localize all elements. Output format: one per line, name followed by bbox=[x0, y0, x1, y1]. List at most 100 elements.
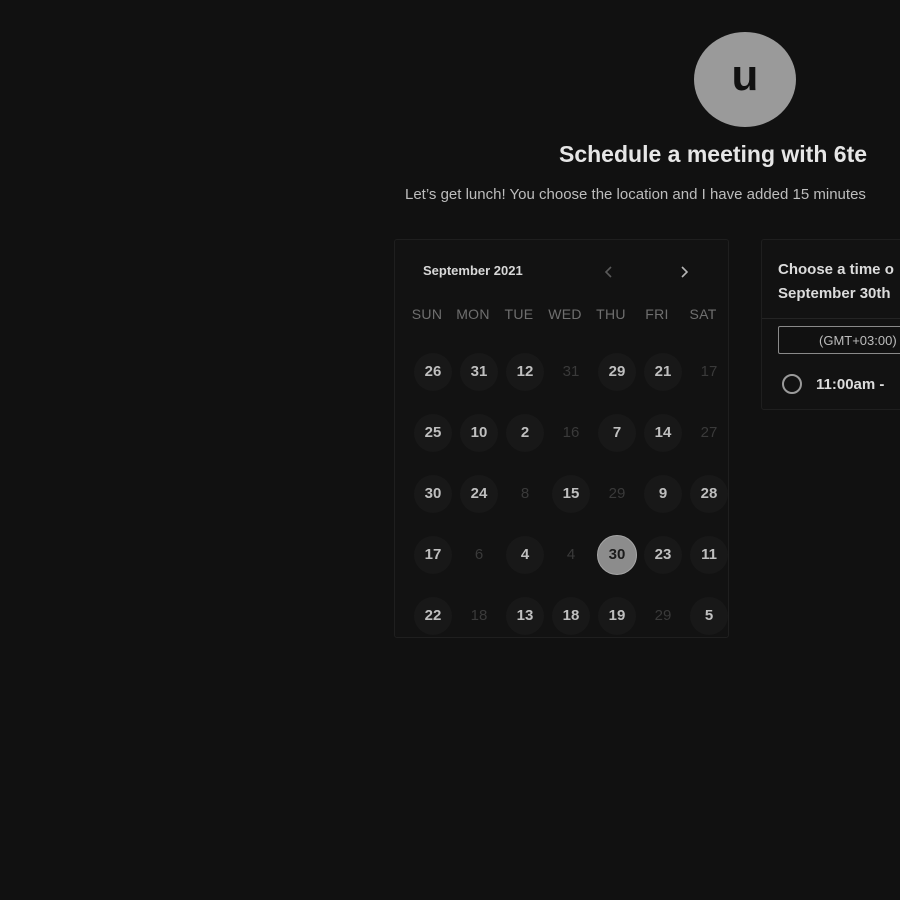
calendar-day[interactable]: 28 bbox=[690, 474, 728, 513]
weekday-label: THU bbox=[596, 306, 626, 322]
calendar-day[interactable]: 25 bbox=[414, 413, 452, 452]
timezone-value: (GMT+03:00) bbox=[819, 332, 897, 348]
calendar-day-cell: 10 bbox=[456, 402, 502, 463]
calendar-day-cell: 30 bbox=[594, 524, 640, 585]
calendar-day[interactable]: 22 bbox=[414, 596, 452, 635]
calendar-day[interactable]: 10 bbox=[460, 413, 498, 452]
calendar-day[interactable]: 5 bbox=[690, 596, 728, 635]
host-avatar: u bbox=[694, 32, 796, 127]
weekday-label: MON bbox=[456, 306, 490, 322]
calendar-day-cell: 25 bbox=[410, 402, 456, 463]
calendar-day[interactable]: 2 bbox=[506, 413, 544, 452]
calendar-day-cell: 23 bbox=[640, 524, 686, 585]
calendar-panel: September 2021 SUN MON TUE WED THU FRI S… bbox=[394, 239, 729, 638]
calendar-day[interactable]: 15 bbox=[552, 474, 590, 513]
calendar-day: 31 bbox=[562, 363, 580, 380]
calendar-day[interactable]: 26 bbox=[414, 352, 452, 391]
calendar-day-selected[interactable]: 30 bbox=[597, 534, 637, 575]
chevron-right-icon bbox=[681, 266, 689, 278]
calendar-day-cell: 9 bbox=[640, 463, 686, 524]
radio-button[interactable] bbox=[782, 374, 802, 394]
weekday-label: FRI bbox=[645, 306, 669, 322]
divider bbox=[762, 318, 900, 319]
weekday-label: SUN bbox=[411, 306, 443, 322]
calendar-day[interactable]: 11 bbox=[690, 535, 728, 574]
calendar-day-cell: 22 bbox=[410, 585, 456, 646]
calendar-day-cell: 16 bbox=[548, 402, 594, 463]
calendar-day: 16 bbox=[562, 424, 580, 441]
calendar-day-cell: 31 bbox=[548, 341, 594, 402]
calendar-day: 27 bbox=[700, 424, 718, 441]
meeting-description: Let’s get lunch! You choose the location… bbox=[405, 186, 866, 203]
time-heading-line1: Choose a time o bbox=[778, 261, 894, 278]
chevron-left-icon bbox=[604, 266, 612, 278]
calendar-day[interactable]: 13 bbox=[506, 596, 544, 635]
calendar-day-cell: 26 bbox=[410, 341, 456, 402]
calendar-day: 8 bbox=[520, 485, 530, 502]
calendar-day[interactable]: 7 bbox=[598, 413, 636, 452]
calendar-day-cell: 11 bbox=[686, 524, 732, 585]
calendar-day-cell: 29 bbox=[640, 585, 686, 646]
calendar-day-cell: 18 bbox=[456, 585, 502, 646]
previous-month-button[interactable] bbox=[599, 262, 619, 282]
calendar-day[interactable]: 14 bbox=[644, 413, 682, 452]
calendar-day[interactable]: 4 bbox=[506, 535, 544, 574]
calendar-day-cell: 27 bbox=[686, 402, 732, 463]
calendar-day-cell: 18 bbox=[548, 585, 594, 646]
calendar-day-cell: 12 bbox=[502, 341, 548, 402]
calendar-day-cell: 14 bbox=[640, 402, 686, 463]
calendar-day[interactable]: 19 bbox=[598, 596, 636, 635]
page: u Schedule a meeting with 6te Let’s get … bbox=[0, 0, 900, 900]
calendar-day-cell: 21 bbox=[640, 341, 686, 402]
calendar-day-cell: 30 bbox=[410, 463, 456, 524]
time-slot-option[interactable]: 11:00am - bbox=[782, 374, 884, 394]
weekday-header: SUN MON TUE WED THU FRI SAT bbox=[404, 306, 724, 322]
weekday-label: TUE bbox=[504, 306, 534, 322]
calendar-day: 6 bbox=[474, 546, 484, 563]
calendar-day-cell: 28 bbox=[686, 463, 732, 524]
calendar-day[interactable]: 12 bbox=[506, 352, 544, 391]
calendar-days-grid: 26 31 12 31 29 21 17 25 10 2 16 7 14 27 30 24 8 15 29 9 28 17… bbox=[410, 341, 732, 646]
time-slot-label: 11:00am - bbox=[816, 375, 885, 393]
calendar-day: 29 bbox=[608, 485, 626, 502]
calendar-day-cell: 17 bbox=[686, 341, 732, 402]
calendar-day: 4 bbox=[566, 546, 576, 563]
calendar-month-label: September 2021 bbox=[423, 263, 523, 278]
calendar-day-cell: 4 bbox=[502, 524, 548, 585]
calendar-day-cell: 19 bbox=[594, 585, 640, 646]
page-title: Schedule a meeting with 6te bbox=[559, 141, 868, 167]
calendar-day: 29 bbox=[654, 607, 672, 624]
calendar-day-cell: 5 bbox=[686, 585, 732, 646]
calendar-day[interactable]: 29 bbox=[598, 352, 636, 391]
next-month-button[interactable] bbox=[674, 262, 694, 282]
calendar-day[interactable]: 9 bbox=[644, 474, 682, 513]
calendar-day[interactable]: 30 bbox=[414, 474, 452, 513]
weekday-label: SAT bbox=[689, 306, 717, 322]
calendar-day-cell: 13 bbox=[502, 585, 548, 646]
calendar-day-cell: 17 bbox=[410, 524, 456, 585]
calendar-day-cell: 2 bbox=[502, 402, 548, 463]
timezone-select[interactable]: (GMT+03:00) bbox=[778, 326, 900, 354]
avatar-letter: u bbox=[731, 50, 759, 100]
calendar-day[interactable]: 23 bbox=[644, 535, 682, 574]
time-selection-panel: Choose a time o September 30th (GMT+03:0… bbox=[761, 239, 900, 410]
calendar-day-cell: 24 bbox=[456, 463, 502, 524]
time-heading-line2: September 30th bbox=[778, 285, 891, 302]
calendar-day-cell: 31 bbox=[456, 341, 502, 402]
calendar-day-cell: 29 bbox=[594, 463, 640, 524]
calendar-day-cell: 4 bbox=[548, 524, 594, 585]
calendar-day[interactable]: 17 bbox=[414, 535, 452, 574]
calendar-day-cell: 6 bbox=[456, 524, 502, 585]
calendar-day[interactable]: 21 bbox=[644, 352, 682, 391]
calendar-day-cell: 29 bbox=[594, 341, 640, 402]
weekday-label: WED bbox=[548, 306, 582, 322]
calendar-day-cell: 15 bbox=[548, 463, 594, 524]
calendar-day[interactable]: 31 bbox=[460, 352, 498, 391]
calendar-day: 18 bbox=[470, 607, 488, 624]
calendar-day-cell: 8 bbox=[502, 463, 548, 524]
calendar-day: 17 bbox=[700, 363, 718, 380]
time-panel-heading: Choose a time o September 30th bbox=[778, 258, 894, 306]
calendar-day[interactable]: 24 bbox=[460, 474, 498, 513]
calendar-day[interactable]: 18 bbox=[552, 596, 590, 635]
calendar-day-cell: 7 bbox=[594, 402, 640, 463]
